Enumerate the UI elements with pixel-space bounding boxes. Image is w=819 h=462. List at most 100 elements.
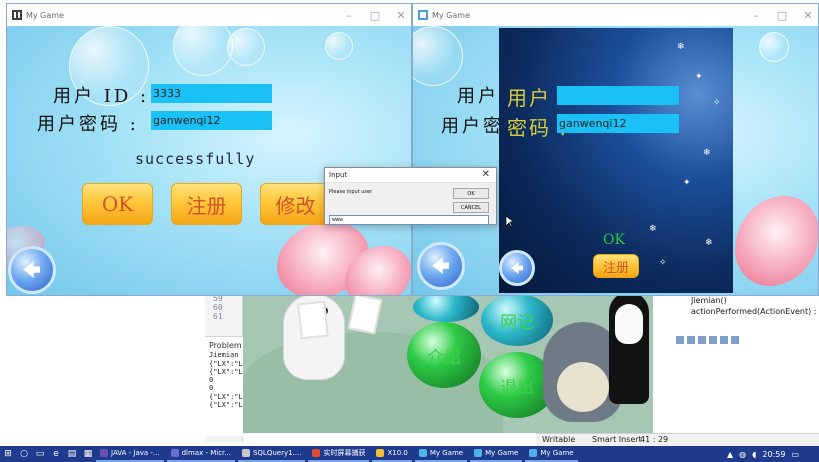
close-icon[interactable]: ✕ — [395, 9, 407, 22]
back-button[interactable] — [417, 242, 465, 290]
bubble-decoration — [173, 26, 233, 76]
store-icon[interactable]: ▦ — [80, 446, 96, 462]
maximize-icon[interactable]: □ — [369, 9, 381, 22]
start-icon[interactable]: ⊞ — [0, 446, 16, 462]
title-bar[interactable]: My Game – □ ✕ — [413, 4, 818, 26]
maximize-icon[interactable]: □ — [776, 9, 788, 22]
menu-ball[interactable] — [413, 292, 479, 322]
intro-label: 介绍 — [427, 347, 461, 368]
taskbar-item[interactable]: My Game — [414, 446, 468, 462]
browser-icon[interactable]: e — [48, 446, 64, 462]
snowflake-icon: ✧ — [713, 98, 721, 108]
panel-toolbar — [676, 336, 806, 346]
noface-character — [609, 292, 649, 404]
input-dialog: Input ✕ Please input user OK CANCEL — [324, 167, 497, 225]
toolbar-icon[interactable] — [720, 336, 728, 344]
outline-item[interactable]: actionPerformed(ActionEvent) : vo — [691, 307, 819, 316]
back-small-button[interactable] — [499, 250, 535, 286]
taskbar-item[interactable]: JAVA - Java -... — [96, 446, 164, 462]
record-label: 网记 — [500, 312, 534, 333]
dialog-input[interactable] — [329, 215, 489, 225]
app-icon — [100, 449, 108, 457]
toolbar-icon[interactable] — [709, 336, 717, 344]
console-line: {"LX":"L1 — [209, 368, 243, 376]
taskbar-item-label: 实时屏幕捕获 — [323, 449, 366, 457]
snowflake-icon: ❄ — [677, 42, 685, 52]
line-number: 61 — [213, 312, 223, 321]
intro-ball-button[interactable]: 介绍 — [407, 322, 481, 388]
minimize-icon[interactable]: – — [343, 9, 355, 22]
task-view-icon[interactable]: ▭ — [32, 446, 48, 462]
bubble-decoration — [227, 28, 265, 66]
folder-icon[interactable]: ▤ — [64, 446, 80, 462]
taskbar-item-label: dlmax - Micr... — [181, 449, 231, 457]
minimize-icon[interactable]: – — [750, 9, 762, 22]
record-ball-button[interactable]: 网记 — [481, 294, 553, 346]
user-input[interactable] — [557, 86, 679, 105]
network-icon[interactable]: ◍ — [739, 450, 746, 459]
login-window: My Game – □ ✕ 用户 ID : 用户密码 : successfull… — [6, 3, 412, 296]
taskbar-item[interactable]: dlmax - Micr... — [166, 446, 235, 462]
outline-panel: Jiemian() actionPerformed(ActionEvent) :… — [655, 292, 819, 432]
title-bar[interactable]: My Game – □ ✕ — [7, 4, 411, 26]
game-menu-scene: 介绍 网记 退出 — [243, 292, 653, 433]
clock[interactable]: 20:59 — [762, 450, 785, 459]
console-line: 0 — [209, 384, 214, 392]
toolbar-icon[interactable] — [687, 336, 695, 344]
snowflake-icon: ✦ — [695, 72, 703, 82]
console-line: {"LX":"L1 — [209, 360, 243, 368]
taskbar-item[interactable]: My Game — [525, 446, 578, 462]
close-icon[interactable]: ✕ — [482, 169, 490, 180]
app-icon — [418, 10, 428, 20]
taskbar-item[interactable]: SQLQuery1.... — [237, 446, 306, 462]
login-panel: 用户 ID : 用户密码 : successfully OK 注册 修改 — [7, 26, 411, 295]
status-writable: Writable — [542, 435, 576, 444]
close-icon[interactable]: ✕ — [802, 9, 814, 22]
card-decoration — [347, 293, 383, 335]
taskbar-item[interactable]: X10.0 — [372, 446, 412, 462]
status-message: successfully — [135, 150, 256, 168]
console-tab[interactable]: Problem — [209, 341, 242, 350]
password-input[interactable] — [557, 114, 679, 133]
taskbar-item-label: My Game — [485, 449, 519, 457]
app-icon — [529, 449, 538, 457]
taskbar-item-label: My Game — [540, 449, 574, 457]
console-line: Jiemian [Ja — [209, 351, 243, 359]
totoro-belly — [557, 362, 609, 412]
register-button[interactable]: 注册 — [593, 254, 639, 278]
status-bar: Writable Smart Insert 41 : 29 — [536, 433, 819, 446]
dialog-cancel-button[interactable]: CANCEL — [453, 202, 489, 213]
taskbar-item-label: X10.0 — [387, 449, 408, 457]
password-input[interactable] — [151, 111, 272, 130]
taskbar-item[interactable]: My Game — [470, 446, 523, 462]
console-line: {"LX":"L1 — [209, 401, 243, 409]
noface-mask — [615, 304, 643, 344]
user-id-label: 用户 ID : — [53, 86, 150, 107]
mouse-cursor-icon — [506, 216, 514, 228]
volume-icon[interactable]: ◖ — [752, 450, 756, 459]
dialog-ok-button[interactable]: OK — [453, 188, 489, 199]
notification-icon[interactable]: ▭ — [791, 450, 799, 459]
back-button[interactable] — [8, 246, 56, 294]
toolbar-icon[interactable] — [698, 336, 706, 344]
outline-item[interactable]: Jiemian() — [691, 296, 727, 305]
tray-icon[interactable]: ▲ — [727, 450, 733, 459]
app-icon — [418, 449, 427, 457]
register-button[interactable]: 注册 — [171, 183, 242, 225]
toolbar-icon[interactable] — [676, 336, 684, 344]
modify-button[interactable]: 修改 — [260, 183, 331, 225]
password-label: 用户密码 : — [37, 114, 139, 135]
arrow-left-icon — [511, 262, 523, 274]
taskbar-item-label: My Game — [429, 449, 464, 457]
user-id-input[interactable] — [151, 84, 272, 103]
register-window: My Game – □ ✕ 用户 用户密 ❄ ✦ ✧ ❄ ✦ ❄ ❄ ✧ ✧ 用… — [412, 3, 819, 296]
arrow-left-icon — [23, 261, 41, 279]
snowflake-icon: ✦ — [683, 178, 691, 188]
lotus-decoration — [735, 196, 818, 286]
snowflake-icon: ❄ — [705, 238, 713, 248]
taskbar-item-label: SQLQuery1.... — [252, 449, 302, 457]
search-icon[interactable]: ○ — [16, 446, 32, 462]
taskbar-item[interactable]: 实时屏幕捕获 — [308, 446, 370, 462]
ok-button[interactable]: OK — [82, 183, 153, 225]
toolbar-icon[interactable] — [731, 336, 739, 344]
